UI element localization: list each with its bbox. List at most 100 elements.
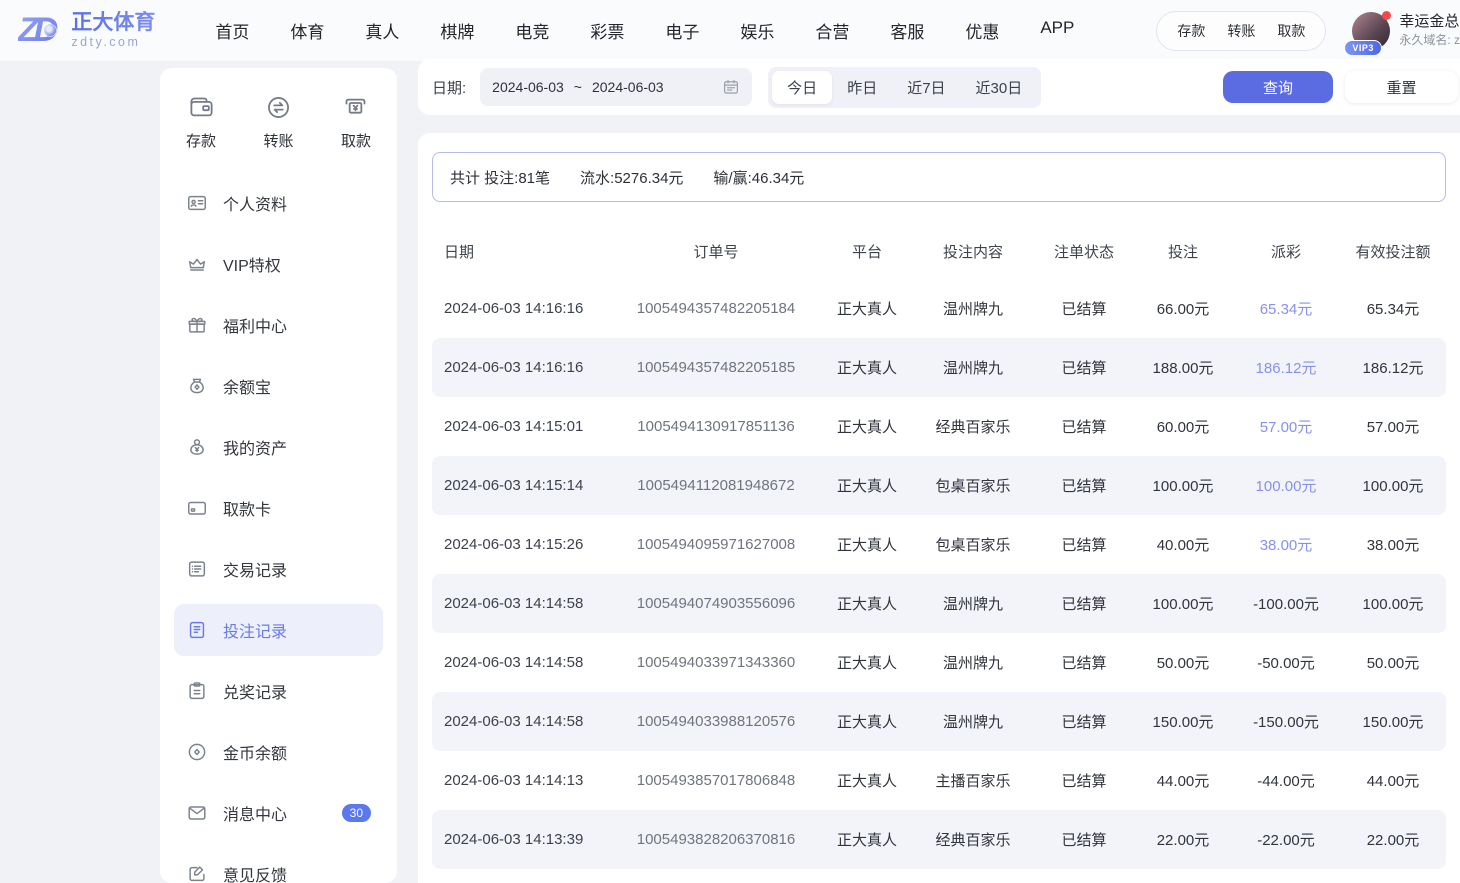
sidebar-item-coin-balance[interactable]: 金币余额	[174, 726, 383, 778]
summary-turnover: 流水:5276.34元	[580, 167, 683, 188]
nav-item-lottery[interactable]: 彩票	[590, 18, 624, 43]
brand-logo[interactable]: ZD 正大体育 zdty.com	[18, 11, 155, 50]
col-date: 日期	[432, 223, 610, 279]
quick-action-deposit[interactable]: 存款	[186, 94, 216, 151]
sidebar-item-assets[interactable]: 我的资产	[174, 421, 383, 473]
unread-count-badge: 30	[342, 804, 371, 822]
feedback-icon	[186, 863, 208, 883]
payout-value: 57.00元	[1232, 397, 1340, 456]
quick-action-label: 取款	[341, 130, 371, 151]
summary-total: 共计 投注:81笔	[450, 167, 550, 188]
sidebar: 存款 转账 取款 个人资料 VIP特权 福利中心	[160, 68, 397, 883]
sidebar-item-messages[interactable]: 消息中心 30	[174, 787, 383, 839]
table-row: 2024-06-03 14:16:16 1005494357482205184 …	[432, 279, 1446, 338]
nav-item-boardgames[interactable]: 棋牌	[440, 18, 474, 43]
table-row: 2024-06-03 14:15:14 1005494112081948672 …	[432, 456, 1446, 515]
date-label: 日期:	[432, 77, 466, 98]
sidebar-item-prize-records[interactable]: 兑奖记录	[174, 665, 383, 717]
sidebar-item-withdraw-card[interactable]: 取款卡	[174, 482, 383, 534]
user-account[interactable]: VIP3 幸运金总 永久域名: z	[1352, 12, 1460, 50]
table-row: 2024-06-03 14:14:58 1005494033971343360 …	[432, 633, 1446, 692]
col-status: 注单状态	[1034, 223, 1134, 279]
query-button[interactable]: 查询	[1223, 71, 1333, 103]
payout-value: -22.00元	[1232, 810, 1340, 869]
calendar-icon[interactable]	[722, 78, 740, 96]
quick-action-label: 存款	[186, 130, 216, 151]
col-bet: 投注	[1134, 223, 1232, 279]
date-range-presets: 今日 昨日 近7日 近30日	[768, 67, 1041, 108]
nav-item-service[interactable]: 客服	[890, 18, 924, 43]
table-row: 2024-06-03 14:13:39 1005493828206370816 …	[432, 810, 1446, 869]
transfer-icon	[265, 94, 292, 121]
date-separator: ~	[574, 79, 582, 95]
preset-7days[interactable]: 近7日	[892, 71, 960, 104]
main-nav: 首页 体育 真人 棋牌 电竞 彩票 电子 娱乐 合营 客服 优惠 APP	[215, 18, 1074, 43]
wallet-actions: 存款 转账 取款	[1156, 11, 1326, 51]
assets-icon	[186, 436, 208, 458]
sidebar-item-transactions[interactable]: 交易记录	[174, 543, 383, 595]
preset-yesterday[interactable]: 昨日	[832, 71, 892, 104]
nav-item-esports[interactable]: 电竞	[515, 18, 549, 43]
table-header-row: 日期 订单号 平台 投注内容 注单状态 投注 派彩 有效投注额	[432, 223, 1446, 279]
nav-item-sports[interactable]: 体育	[290, 18, 324, 43]
sidebar-item-bet-records[interactable]: 投注记录	[174, 604, 383, 656]
payout-value: -150.00元	[1232, 692, 1340, 751]
nav-item-promo[interactable]: 优惠	[965, 18, 999, 43]
sidebar-item-yuebao[interactable]: 余额宝	[174, 360, 383, 412]
deposit-wallet-icon	[188, 94, 215, 121]
logo-lens-icon	[44, 24, 57, 37]
summary-winloss: 输/赢:46.34元	[713, 167, 804, 188]
date-to[interactable]: 2024-06-03	[592, 79, 664, 95]
prize-records-icon	[186, 680, 208, 702]
bet-records-panel: 共计 投注:81笔 流水:5276.34元 输/赢:46.34元 日期 订单号 …	[418, 133, 1460, 883]
date-range-input[interactable]: 2024-06-03 ~ 2024-06-03	[480, 68, 752, 106]
quick-action-label: 转账	[263, 130, 293, 151]
table-row: 2024-06-03 14:14:58 1005494033988120576 …	[432, 692, 1446, 751]
col-content: 投注内容	[912, 223, 1034, 279]
nav-item-live[interactable]: 真人	[365, 18, 399, 43]
transaction-list-icon	[186, 558, 208, 580]
transfer-link[interactable]: 转账	[1227, 21, 1255, 41]
quick-action-withdraw[interactable]: 取款	[341, 94, 371, 151]
sidebar-menu: 个人资料 VIP特权 福利中心 余额宝 我的资产 取款卡 交易记录 投注记录	[160, 177, 397, 883]
sidebar-item-vip[interactable]: VIP特权	[174, 238, 383, 290]
payout-value: -100.00元	[1232, 574, 1340, 633]
table-row: 2024-06-03 14:16:16 1005494357482205185 …	[432, 338, 1446, 397]
preset-today[interactable]: 今日	[772, 71, 832, 104]
payout-value: 65.34元	[1232, 279, 1340, 338]
crown-icon	[186, 253, 208, 275]
notification-dot	[1382, 11, 1391, 20]
nav-item-app[interactable]: APP	[1040, 18, 1074, 43]
mail-icon	[186, 802, 208, 824]
table-row: 2024-06-03 14:14:13 1005493857017806848 …	[432, 751, 1446, 810]
sidebar-item-feedback[interactable]: 意见反馈	[174, 848, 383, 883]
id-card-icon	[186, 192, 208, 214]
table-row: 2024-06-03 14:14:58 1005494074903556096 …	[432, 574, 1446, 633]
bet-records-table: 日期 订单号 平台 投注内容 注单状态 投注 派彩 有效投注额 2024-06-…	[432, 223, 1446, 869]
summary-bar: 共计 投注:81笔 流水:5276.34元 输/赢:46.34元	[432, 152, 1446, 202]
payout-value: 100.00元	[1232, 456, 1340, 515]
nav-item-slots[interactable]: 电子	[665, 18, 699, 43]
payout-value: 38.00元	[1232, 515, 1340, 574]
preset-30days[interactable]: 近30日	[961, 71, 1038, 104]
nav-item-partnership[interactable]: 合营	[815, 18, 849, 43]
money-pouch-icon	[186, 375, 208, 397]
nav-item-home[interactable]: 首页	[215, 18, 249, 43]
nav-item-entertainment[interactable]: 娱乐	[740, 18, 774, 43]
brand-domain: zdty.com	[71, 36, 155, 50]
user-name: 幸运金总	[1399, 12, 1460, 32]
col-payout: 派彩	[1232, 223, 1340, 279]
top-header: ZD 正大体育 zdty.com 首页 体育 真人 棋牌 电竞 彩票 电子 娱乐…	[0, 0, 1460, 62]
col-valid-bet: 有效投注额	[1340, 223, 1446, 279]
user-domain-note: 永久域名: z	[1399, 33, 1460, 49]
reset-button[interactable]: 重置	[1345, 71, 1458, 103]
deposit-link[interactable]: 存款	[1177, 21, 1205, 41]
withdraw-link[interactable]: 取款	[1277, 21, 1305, 41]
quick-action-transfer[interactable]: 转账	[263, 94, 293, 151]
brand-name: 正大体育	[71, 11, 155, 34]
sidebar-item-profile[interactable]: 个人资料	[174, 177, 383, 229]
gift-icon	[186, 314, 208, 336]
bank-card-icon	[186, 497, 208, 519]
sidebar-item-welfare[interactable]: 福利中心	[174, 299, 383, 351]
date-from[interactable]: 2024-06-03	[492, 79, 564, 95]
